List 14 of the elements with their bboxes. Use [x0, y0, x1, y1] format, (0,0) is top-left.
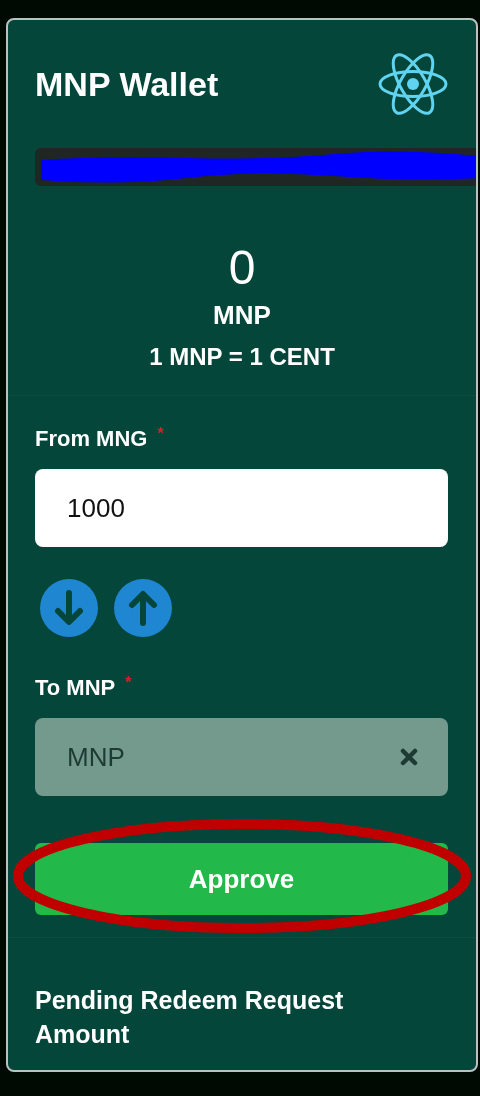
wallet-title: MNP Wallet [35, 63, 219, 105]
arrow-down-button[interactable] [40, 579, 98, 637]
balance-amount: 0 [228, 241, 256, 294]
amount-input[interactable]: 1000 [35, 469, 448, 547]
pending-heading: Pending Redeem Request Amount [35, 985, 345, 1050]
atom-icon [378, 52, 448, 116]
required-mark: * [125, 674, 132, 691]
field-label: To MNP [35, 675, 116, 700]
required-mark: * [157, 425, 164, 442]
exchange-rate: 1 MNP = 1 CENT [149, 343, 335, 370]
balance-unit: MNP [213, 300, 271, 330]
approve-button[interactable]: Approve [35, 843, 448, 915]
field-label: From MNG [35, 426, 148, 451]
arrow-up-button[interactable] [114, 579, 172, 637]
